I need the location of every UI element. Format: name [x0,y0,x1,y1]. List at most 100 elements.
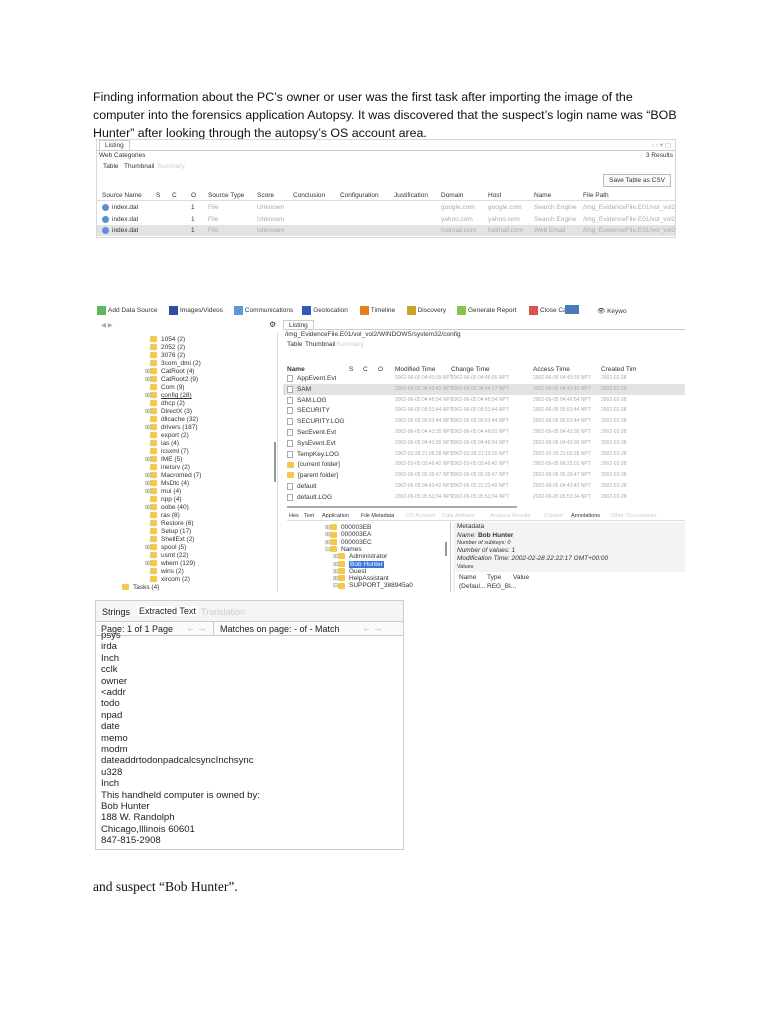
table-row[interactable]: index.dat 1 File Unknown yahoo.com yahoo.com S… [97,214,675,225]
tree-scrollbar[interactable] [274,442,276,482]
tree-item[interactable]: icsxml (7) [145,448,189,455]
tree-item[interactable]: usmt (22) [145,552,188,559]
tree-item[interactable]: ⊞ drivers (187) [145,424,197,431]
value-type[interactable]: REG_BI... [487,583,516,590]
column-header[interactable]: O [378,366,383,373]
column-header[interactable]: C [363,366,368,373]
table-row[interactable]: index.dat 1 File Unknown google.com google.co… [97,202,675,213]
back-forward-buttons[interactable]: ◀ ▶ [101,321,113,329]
tree-item[interactable]: dhcp (2) [145,400,185,407]
column-header[interactable]: Access Time [533,366,570,373]
column-header[interactable]: Host [488,192,501,199]
tree-item[interactable]: ⊞ CatRoot2 (9) [145,376,198,383]
tree-item[interactable]: ras (8) [145,512,180,519]
tree-item[interactable]: ⊞ MsDtc (4) [145,480,189,487]
tree-item[interactable]: ShellExt (2) [145,536,195,543]
tree-item[interactable]: 2052 (2) [145,344,185,351]
tree-item[interactable]: wins (2) [145,568,184,575]
registry-key[interactable]: ⊟ Names [325,546,362,553]
registry-key[interactable]: ⊞ 000003EA [325,531,371,538]
tree-item[interactable]: inetsrv (2) [145,464,190,471]
table-row[interactable]: SECURITY 2002-06-05 05:53:44 NPT 2002-06-0… [283,405,685,416]
tree-item[interactable]: Tasks (4) [117,584,159,591]
tree-item[interactable]: ⊞ DirectX (3) [145,408,192,415]
tree-item[interactable]: 3com_dmi (2) [145,360,201,367]
registry-key[interactable]: ⊞ 000003EC [325,539,372,546]
column-header[interactable]: Source Name [102,192,142,199]
tree-item[interactable]: ⊞ CatRoot (4) [145,368,195,375]
table-row[interactable]: SAM.LOG 2002-06-05 04:46:54 NPT 2002-06-05… [283,395,685,406]
tab-table[interactable]: Table [287,341,303,348]
viewer-tab[interactable]: Data Artifacts [442,513,475,519]
tab-thumbnail[interactable]: Thumbnail [124,163,154,170]
tree-item[interactable]: ⊞ wbem (129) [145,560,195,567]
column-header[interactable]: Configuration [340,192,379,199]
viewer-tab[interactable]: Text [304,513,314,519]
tree-item[interactable]: ⊞ IME (5) [145,456,182,463]
viewer-tab[interactable]: Hex [289,513,299,519]
column-header[interactable]: File Path [583,192,609,199]
viewer-tab[interactable]: OS Account [406,513,435,519]
tree-item[interactable]: 1054 (2) [145,336,185,343]
nav-arrows-icon[interactable]: ‹ › ▾ ▢ [652,141,671,149]
table-row[interactable]: index.dat 1 File Unknown hotmail.com hotmail.… [97,225,675,236]
registry-key[interactable]: ⊟ SUPPORT_388945a0 [333,582,413,589]
tab-extracted-text[interactable]: Extracted Text [137,606,198,616]
tree-item[interactable]: Com (9) [145,384,184,391]
toolbar-button-generate-report[interactable]: Generate Report [457,306,516,315]
listing-tab[interactable]: Listing [99,140,130,150]
table-row[interactable]: [parent folder] 2002-06-05 05:39:47 NPT 20… [283,470,685,481]
column-header[interactable]: Justification [394,192,428,199]
table-row[interactable]: TempKey.LOG 2002-02-28 21:06:28 NPT 2002-0… [283,449,685,460]
tab-thumbnail[interactable]: Thumbnail [305,341,335,348]
tab-summary[interactable]: Summary [336,341,364,348]
column-header[interactable]: Conclusion [293,192,325,199]
tree-item[interactable]: ⊞ oobe (40) [145,504,189,511]
table-row[interactable]: default.LOG 2002-06-05 05:53:34 NPT 2002-0… [283,492,685,503]
table-row[interactable]: SysEvent.Evt 2002-06-05 04:43:39 NPT 2002-… [283,438,685,449]
tree-scrollbar[interactable] [445,542,447,556]
table-row[interactable]: SECURITY.LOG 2002-06-05 05:53:44 NPT 2002-… [283,416,685,427]
tree-item[interactable]: ias (4) [145,440,179,447]
column-header[interactable]: Name [287,366,305,373]
tree-item[interactable]: export (2) [145,432,189,439]
horizontal-scrollbar[interactable] [287,506,517,508]
viewer-tab[interactable]: Analysis Results [490,513,530,519]
registry-key[interactable]: ⊞ Bob Hunter [333,560,384,568]
registry-key[interactable]: ⊞ Guest [333,568,366,575]
value-name[interactable]: (Defaul... [459,583,485,590]
registry-key[interactable]: ⊞ HelpAssistant [333,575,389,582]
viewer-tab[interactable]: Other Occurrences [610,513,656,519]
tree-item[interactable]: ⊞ Macromed (7) [145,472,201,479]
viewer-tab[interactable]: Annotations [571,513,600,519]
viewer-tab[interactable]: File Metadata [361,513,394,519]
tree-item[interactable]: xircom (2) [145,576,190,583]
column-header[interactable]: Source Type [208,192,244,199]
column-header[interactable]: S [156,192,160,199]
column-header[interactable]: Created Tim [601,366,636,373]
toolbar-button-discovery[interactable]: Discovery [406,306,446,315]
tree-item[interactable]: npp (4) [145,496,182,503]
column-header[interactable]: Modified Time [395,366,435,373]
tab-strings[interactable]: Strings [102,607,130,617]
registry-key[interactable]: ⊞ 000003EB [325,524,371,531]
column-header[interactable]: S [349,366,353,373]
tree-item[interactable]: ⊞ mui (4) [145,488,181,495]
column-header[interactable]: Domain [441,192,463,199]
toolbar-button-add-data-source[interactable]: Add Data Source [97,306,158,315]
column-header[interactable]: O [191,192,196,199]
toolbar-button-timeline[interactable]: Timeline [359,306,395,315]
column-header[interactable]: Score [257,192,274,199]
match-nav-arrows[interactable]: ← → [362,623,383,633]
tree-item[interactable]: dllcache (32) [145,416,198,423]
column-header[interactable]: C [172,192,177,199]
tree-item[interactable]: Restore (6) [145,520,194,527]
table-row[interactable]: default 2002-06-05 04:43:42 NPT 2002-06-03… [283,481,685,492]
column-header[interactable]: Name [534,192,551,199]
toolbar-button-communications[interactable]: Communications [233,306,293,315]
table-row[interactable]: AppEvent.Evt 2002-06-05 04:43:39 NPT 2002-… [283,373,685,384]
tab-table[interactable]: Table [103,163,119,170]
table-row[interactable]: [current folder] 2002-03-05 03:49:42 NPT 2… [283,459,685,470]
tab-translation[interactable]: Translation [201,607,245,617]
page-nav-arrows[interactable]: ← → [186,623,207,633]
